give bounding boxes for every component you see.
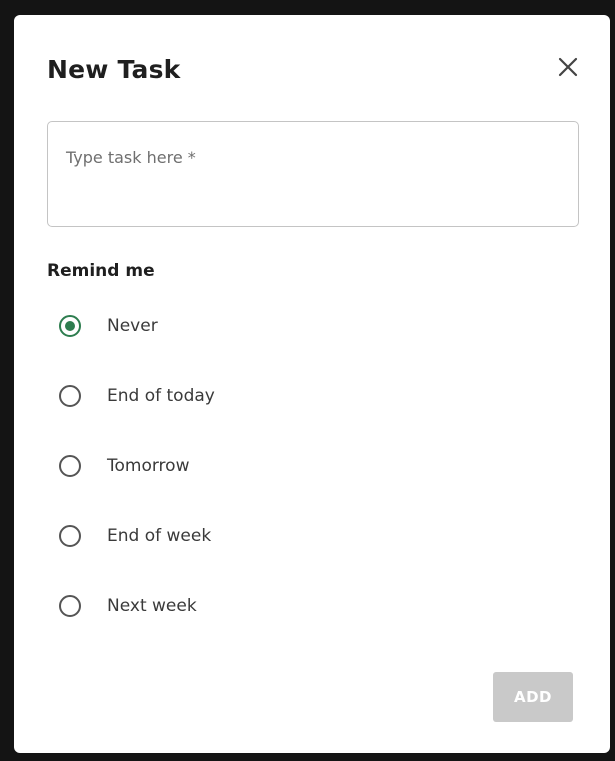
radio-option-never[interactable]: Never — [58, 311, 158, 341]
radio-label-never: Never — [107, 316, 158, 336]
new-task-dialog: New Task Remind me Never — [14, 15, 610, 753]
remind-me-label: Remind me — [47, 261, 155, 281]
radio-option-end-of-today[interactable]: End of today — [58, 381, 215, 411]
task-input-container — [47, 121, 579, 227]
close-button[interactable] — [554, 53, 582, 81]
radio-label-end-of-week: End of week — [107, 526, 212, 546]
radio-option-tomorrow[interactable]: Tomorrow — [58, 451, 189, 481]
task-input[interactable] — [48, 122, 578, 226]
radio-unchecked-icon[interactable] — [58, 384, 82, 408]
radio-label-tomorrow: Tomorrow — [107, 456, 190, 476]
radio-option-next-week[interactable]: Next week — [58, 591, 197, 621]
radio-unchecked-icon[interactable] — [58, 454, 82, 478]
radio-checked-icon[interactable] — [58, 314, 82, 338]
radio-unchecked-icon[interactable] — [58, 594, 82, 618]
close-icon — [558, 57, 578, 77]
dialog-title: New Task — [47, 55, 181, 84]
radio-label-end-of-today: End of today — [107, 386, 215, 406]
radio-unchecked-icon[interactable] — [58, 524, 82, 548]
radio-option-end-of-week[interactable]: End of week — [58, 521, 211, 551]
add-button[interactable]: ADD — [493, 672, 573, 722]
radio-label-next-week: Next week — [107, 596, 197, 616]
